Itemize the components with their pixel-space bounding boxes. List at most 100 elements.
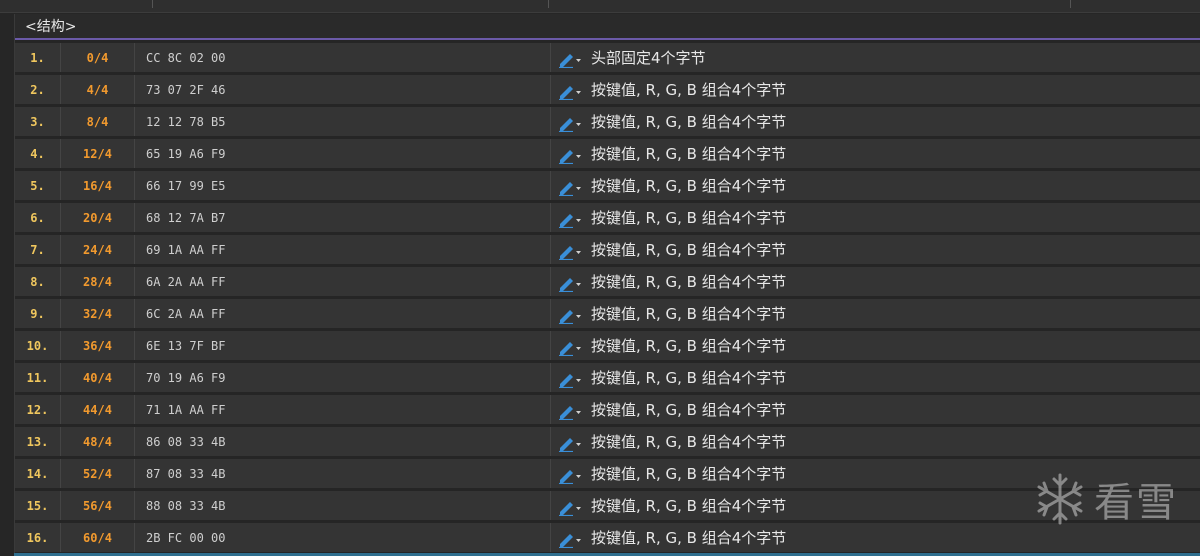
structure-row[interactable]: 7. 24/4 69 1A AA FF 按键值, R, G, B 组合4个字节 <box>15 235 1200 264</box>
structure-row[interactable]: 14. 52/4 87 08 33 4B 按键值, R, G, B 组合4个字节 <box>15 459 1200 488</box>
structure-row[interactable]: 16. 60/4 2B FC 00 00 按键值, R, G, B 组合4个字节 <box>15 523 1200 552</box>
row-hex-bytes: 86 08 33 4B <box>135 427 551 456</box>
structure-row[interactable]: 11. 40/4 70 19 A6 F9 按键值, R, G, B 组合4个字节 <box>15 363 1200 392</box>
row-index: 1. <box>15 43 61 72</box>
edit-comment-button[interactable] <box>557 48 583 68</box>
row-comment: 按键值, R, G, B 组合4个字节 <box>591 209 787 227</box>
snowflake-icon <box>1037 473 1083 525</box>
structure-row[interactable]: 13. 48/4 86 08 33 4B 按键值, R, G, B 组合4个字节 <box>15 427 1200 456</box>
row-comment: 按键值, R, G, B 组合4个字节 <box>591 113 787 131</box>
edit-comment-button[interactable] <box>557 368 583 388</box>
structure-row[interactable]: 15. 56/4 88 08 33 4B 按键值, R, G, B 组合4个字节 <box>15 491 1200 520</box>
row-comment: 按键值, R, G, B 组合4个字节 <box>591 241 787 259</box>
row-offset: 0/4 <box>61 43 135 72</box>
pencil-dropdown-icon <box>559 373 581 388</box>
row-comment-cell[interactable]: 按键值, R, G, B 组合4个字节 <box>551 75 1200 104</box>
row-comment-cell[interactable]: 按键值, R, G, B 组合4个字节 <box>551 107 1200 136</box>
structure-row[interactable]: 5. 16/4 66 17 99 E5 按键值, R, G, B 组合4个字节 <box>15 171 1200 200</box>
edit-comment-button[interactable] <box>557 272 583 292</box>
structure-row[interactable]: 1. 0/4 CC 8C 02 00 头部固定4个字节 <box>15 43 1200 72</box>
row-offset: 16/4 <box>61 171 135 200</box>
structure-row[interactable]: 10. 36/4 6E 13 7F BF 按键值, R, G, B 组合4个字节 <box>15 331 1200 360</box>
toolbar-divider <box>152 0 153 8</box>
watermark: 看雪 <box>1032 470 1178 528</box>
row-comment-cell[interactable]: 按键值, R, G, B 组合4个字节 <box>551 395 1200 424</box>
structure-row[interactable]: 12. 44/4 71 1A AA FF 按键值, R, G, B 组合4个字节 <box>15 395 1200 424</box>
row-comment-cell[interactable]: 按键值, R, G, B 组合4个字节 <box>551 363 1200 392</box>
edit-comment-button[interactable] <box>557 208 583 228</box>
pencil-dropdown-icon <box>559 245 581 260</box>
row-comment-cell[interactable]: 按键值, R, G, B 组合4个字节 <box>551 331 1200 360</box>
toolbar-divider <box>548 0 549 8</box>
row-hex-bytes: 69 1A AA FF <box>135 235 551 264</box>
structure-row[interactable]: 3. 8/4 12 12 78 B5 按键值, R, G, B 组合4个字节 <box>15 107 1200 136</box>
row-index: 14. <box>15 459 61 488</box>
row-index: 4. <box>15 139 61 168</box>
row-hex-bytes: CC 8C 02 00 <box>135 43 551 72</box>
row-comment: 按键值, R, G, B 组合4个字节 <box>591 465 787 483</box>
row-hex-bytes: 65 19 A6 F9 <box>135 139 551 168</box>
row-comment-cell[interactable]: 按键值, R, G, B 组合4个字节 <box>551 139 1200 168</box>
toolbar-divider <box>1070 0 1071 8</box>
edit-comment-button[interactable] <box>557 400 583 420</box>
row-index: 10. <box>15 331 61 360</box>
edit-comment-button[interactable] <box>557 80 583 100</box>
pencil-dropdown-icon <box>559 117 581 132</box>
row-offset: 44/4 <box>61 395 135 424</box>
structure-panel: <结构> 1. 0/4 CC 8C 02 00 头部固定4个字节 2. 4/4 73 07 … <box>14 14 1200 556</box>
row-hex-bytes: 6A 2A AA FF <box>135 267 551 296</box>
row-offset: 60/4 <box>61 523 135 552</box>
row-comment: 按键值, R, G, B 组合4个字节 <box>591 497 787 515</box>
edit-comment-button[interactable] <box>557 144 583 164</box>
row-comment-cell[interactable]: 按键值, R, G, B 组合4个字节 <box>551 171 1200 200</box>
row-hex-bytes: 73 07 2F 46 <box>135 75 551 104</box>
row-hex-bytes: 6C 2A AA FF <box>135 299 551 328</box>
row-index: 15. <box>15 491 61 520</box>
row-comment-cell[interactable]: 头部固定4个字节 <box>551 43 1200 72</box>
row-comment: 按键值, R, G, B 组合4个字节 <box>591 305 787 323</box>
row-comment-cell[interactable]: 按键值, R, G, B 组合4个字节 <box>551 235 1200 264</box>
pencil-dropdown-icon <box>559 309 581 324</box>
row-comment: 头部固定4个字节 <box>591 49 706 67</box>
row-comment: 按键值, R, G, B 组合4个字节 <box>591 401 787 419</box>
edit-comment-button[interactable] <box>557 240 583 260</box>
edit-comment-button[interactable] <box>557 464 583 484</box>
edit-comment-button[interactable] <box>557 496 583 516</box>
edit-comment-button[interactable] <box>557 528 583 548</box>
pencil-dropdown-icon <box>559 405 581 420</box>
structure-rows: 1. 0/4 CC 8C 02 00 头部固定4个字节 2. 4/4 73 07 2F 46… <box>15 43 1200 552</box>
row-offset: 28/4 <box>61 267 135 296</box>
row-offset: 52/4 <box>61 459 135 488</box>
pencil-dropdown-icon <box>559 277 581 292</box>
pencil-dropdown-icon <box>559 437 581 452</box>
row-comment-cell[interactable]: 按键值, R, G, B 组合4个字节 <box>551 299 1200 328</box>
row-index: 6. <box>15 203 61 232</box>
structure-row[interactable]: 8. 28/4 6A 2A AA FF 按键值, R, G, B 组合4个字节 <box>15 267 1200 296</box>
row-comment-cell[interactable]: 按键值, R, G, B 组合4个字节 <box>551 203 1200 232</box>
edit-comment-button[interactable] <box>557 304 583 324</box>
structure-row[interactable]: 4. 12/4 65 19 A6 F9 按键值, R, G, B 组合4个字节 <box>15 139 1200 168</box>
structure-row[interactable]: 2. 4/4 73 07 2F 46 按键值, R, G, B 组合4个字节 <box>15 75 1200 104</box>
row-hex-bytes: 71 1A AA FF <box>135 395 551 424</box>
row-offset: 48/4 <box>61 427 135 456</box>
edit-comment-button[interactable] <box>557 112 583 132</box>
edit-comment-button[interactable] <box>557 336 583 356</box>
row-index: 13. <box>15 427 61 456</box>
row-offset: 24/4 <box>61 235 135 264</box>
row-offset: 20/4 <box>61 203 135 232</box>
row-hex-bytes: 87 08 33 4B <box>135 459 551 488</box>
row-hex-bytes: 88 08 33 4B <box>135 491 551 520</box>
pencil-dropdown-icon <box>559 533 581 548</box>
row-comment-cell[interactable]: 按键值, R, G, B 组合4个字节 <box>551 267 1200 296</box>
row-hex-bytes: 2B FC 00 00 <box>135 523 551 552</box>
row-comment: 按键值, R, G, B 组合4个字节 <box>591 177 787 195</box>
structure-row[interactable]: 6. 20/4 68 12 7A B7 按键值, R, G, B 组合4个字节 <box>15 203 1200 232</box>
structure-row[interactable]: 9. 32/4 6C 2A AA FF 按键值, R, G, B 组合4个字节 <box>15 299 1200 328</box>
edit-comment-button[interactable] <box>557 176 583 196</box>
row-offset: 40/4 <box>61 363 135 392</box>
edit-comment-button[interactable] <box>557 432 583 452</box>
row-comment: 按键值, R, G, B 组合4个字节 <box>591 337 787 355</box>
row-comment-cell[interactable]: 按键值, R, G, B 组合4个字节 <box>551 427 1200 456</box>
row-index: 5. <box>15 171 61 200</box>
pencil-dropdown-icon <box>559 53 581 68</box>
